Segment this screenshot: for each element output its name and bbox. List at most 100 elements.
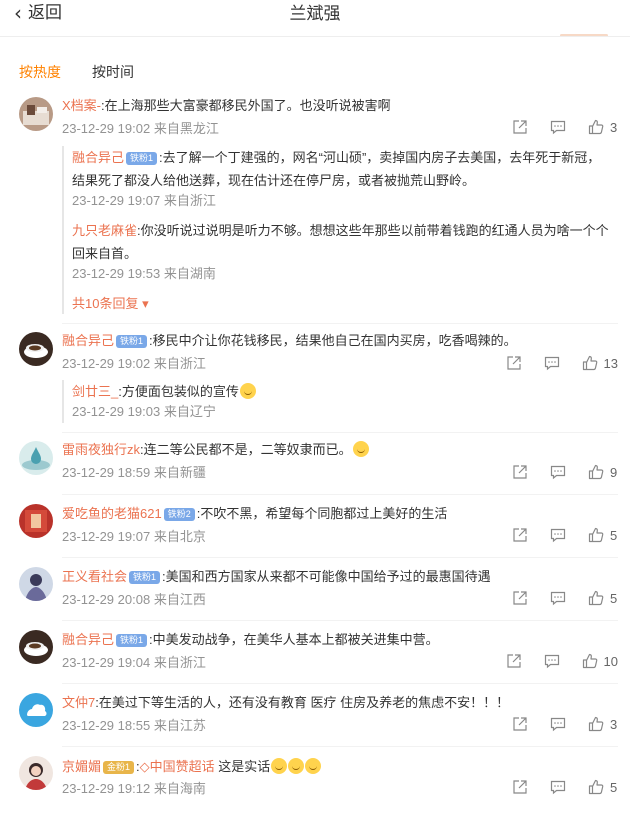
avatar[interactable]: [19, 332, 53, 366]
like-count: 3: [610, 119, 618, 135]
avatar[interactable]: [19, 567, 53, 601]
fan-badge: 铁粉2: [163, 508, 195, 521]
thumbs-up-icon: [588, 590, 604, 606]
avatar[interactable]: [19, 97, 53, 131]
like-count: 10: [603, 653, 618, 669]
user-name[interactable]: 剑廿三_: [72, 384, 118, 399]
supertopic-link[interactable]: 中国赞超话: [150, 759, 215, 774]
thumbs-up-icon: [588, 119, 604, 135]
comment-button[interactable]: [550, 464, 566, 480]
like-button[interactable]: 3: [588, 716, 618, 732]
sort-tabs: 按热度 按时间: [19, 62, 134, 82]
tab-sort-time[interactable]: 按时间: [92, 62, 134, 82]
comment-button[interactable]: [550, 716, 566, 732]
like-button[interactable]: 5: [588, 779, 618, 795]
avatar[interactable]: [19, 630, 53, 664]
user-name[interactable]: 正义看社会: [62, 569, 127, 584]
user-name[interactable]: 京媚媚: [62, 759, 101, 774]
comment-text: :不吹不黑，希望每个同胞都过上美好的生活: [196, 506, 448, 521]
thumbs-up-icon: [588, 464, 604, 480]
comment-button[interactable]: [550, 779, 566, 795]
share-icon: [513, 717, 527, 731]
comment-text: 这是实话: [214, 759, 271, 774]
user-name[interactable]: 雷雨夜独行zk: [62, 442, 140, 457]
share-button[interactable]: [512, 590, 528, 606]
reply-text: :你没听说过说明是听力不够。想想这些年那些以前带着钱跑的红通人员为啥一个个: [137, 223, 609, 238]
like-count: 9: [610, 464, 618, 480]
comment-location: 来自浙江: [153, 655, 206, 670]
more-replies-button[interactable]: 共10条回复 ▾: [72, 293, 609, 312]
emoji-icon: [288, 758, 305, 774]
comment-button[interactable]: [550, 527, 566, 543]
like-button[interactable]: 10: [582, 653, 618, 669]
thumbs-up-icon: [582, 355, 597, 371]
reply-list: 融合异己 铁粉1:去了解一个丁建强的，网名“河山硕”，卖掉国内房子去美国，去年死于…: [62, 146, 609, 314]
comment-button[interactable]: [550, 590, 566, 606]
comment-location: 来自黑龙江: [153, 121, 219, 136]
comment-time: 23-12-29 18:59: [62, 465, 151, 480]
fan-badge: 铁粉1: [116, 335, 148, 348]
divider: [62, 620, 618, 621]
thumbs-up-icon: [588, 779, 604, 795]
comment-icon: [550, 120, 566, 135]
like-button[interactable]: 9: [588, 464, 618, 480]
comment-location: 来自北京: [153, 529, 206, 544]
user-name[interactable]: 融合异己: [62, 333, 114, 348]
comment-text: :在上海那些大富豪都移民外国了。也没听说被害啊: [101, 98, 391, 113]
thumbs-up-icon: [588, 527, 604, 543]
like-button[interactable]: 5: [588, 590, 618, 606]
thumbs-up-icon: [588, 716, 604, 732]
share-button[interactable]: [512, 716, 528, 732]
comment-time: 23-12-29 19:07: [62, 529, 151, 544]
comment-actions: 5: [490, 590, 618, 606]
comment-icon: [550, 465, 566, 480]
comment-time: 23-12-29 19:02: [62, 121, 151, 136]
user-name[interactable]: 爱吃鱼的老猫621: [62, 506, 162, 521]
share-button[interactable]: [506, 355, 522, 371]
reply-time: 23-12-29 19:53: [72, 266, 161, 281]
user-name[interactable]: 九只老麻雀: [72, 223, 137, 238]
user-name[interactable]: X档案-: [62, 98, 101, 113]
comment-location: 来自新疆: [153, 465, 206, 480]
reply-location: 来自浙江: [163, 193, 216, 208]
page-title: 兰斌强: [289, 4, 341, 23]
header-divider: [0, 36, 630, 37]
comment-icon: [550, 591, 566, 606]
reply-location: 来自辽宁: [163, 404, 216, 419]
divider: [62, 683, 618, 684]
share-icon: [513, 780, 527, 794]
like-button[interactable]: 5: [588, 527, 618, 543]
comment-location: 来自江苏: [153, 718, 206, 733]
comment-actions: 3: [490, 716, 618, 732]
like-button[interactable]: 13: [582, 355, 618, 371]
comment-button[interactable]: [544, 653, 560, 669]
comment-button[interactable]: [550, 119, 566, 135]
share-button[interactable]: [512, 119, 528, 135]
reply-text: :去了解一个丁建强的，网名“河山硕”，卖掉国内房子去美国，去年死于新冠，: [159, 150, 601, 165]
share-icon: [506, 654, 521, 668]
comment-actions: 9: [490, 464, 618, 480]
share-button[interactable]: [512, 779, 528, 795]
user-name[interactable]: 融合异己: [72, 150, 124, 165]
share-button[interactable]: [506, 653, 522, 669]
reply-text-line2: 结果死了都没人给他送葬，现在估计还在停尸房，或者被抛荒山野岭。: [72, 173, 476, 188]
comment-actions: 10: [484, 653, 618, 669]
tab-sort-hot[interactable]: 按热度: [19, 62, 61, 82]
avatar[interactable]: [19, 504, 53, 538]
reply-item: 融合异己 铁粉1:去了解一个丁建强的，网名“河山硕”，卖掉国内房子去美国，去年死于…: [72, 146, 609, 169]
user-name[interactable]: 文仲7: [62, 695, 95, 710]
share-button[interactable]: [512, 464, 528, 480]
avatar[interactable]: [19, 441, 53, 475]
avatar[interactable]: [19, 693, 53, 727]
comment-actions: 5: [490, 779, 618, 795]
avatar[interactable]: [19, 756, 53, 790]
share-button[interactable]: [512, 527, 528, 543]
user-name[interactable]: 融合异己: [62, 632, 114, 647]
reply-text: :方便面包装似的宣传: [118, 384, 239, 399]
share-icon: [513, 528, 527, 542]
comment-actions: 13: [484, 355, 618, 371]
comment-icon: [550, 717, 566, 732]
like-button[interactable]: 3: [588, 119, 618, 135]
comment-button[interactable]: [544, 355, 560, 371]
share-icon: [506, 356, 521, 370]
